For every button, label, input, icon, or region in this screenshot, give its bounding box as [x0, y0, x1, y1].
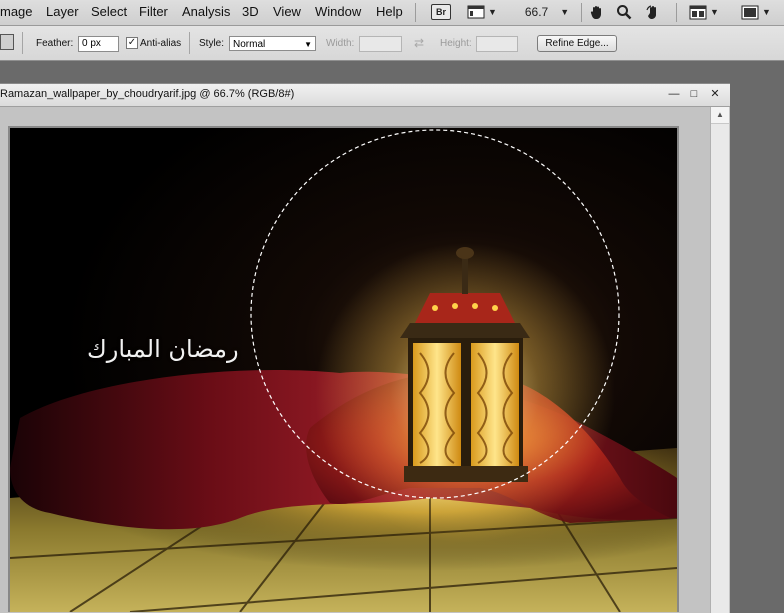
document-title: Ramazan_wallpaper_by_choudryarif.jpg @ 6… [0, 88, 295, 100]
anti-alias-label: Anti-alias [140, 38, 182, 49]
refine-edge-button[interactable]: Refine Edge... [537, 35, 617, 52]
zoom-icon [617, 5, 632, 20]
bridge-button[interactable]: Br [430, 2, 452, 22]
feather-input[interactable]: 0 px [78, 36, 119, 52]
hand-icon [590, 6, 601, 19]
minimize-icon[interactable]: — [667, 87, 681, 101]
bridge-icon: Br [431, 4, 451, 20]
ellipse-marquee-tool-icon[interactable] [0, 34, 14, 50]
workspace-background [0, 61, 784, 83]
image-canvas[interactable] [10, 128, 677, 612]
arrange-documents-button[interactable]: ▼ [684, 2, 724, 22]
options-separator [189, 32, 190, 54]
anti-alias-checkbox[interactable]: ✓ [126, 37, 138, 49]
document-tab[interactable]: Ramazan_wallpaper_by_choudryarif.jpg @ 6… [0, 84, 730, 107]
menu-select[interactable]: Select [91, 4, 127, 19]
screen-mode-button[interactable]: ▼ [464, 2, 500, 22]
menu-image[interactable]: mage [0, 4, 33, 19]
width-input[interactable] [359, 36, 402, 52]
chevron-down-icon: ▼ [304, 40, 312, 49]
menu-help[interactable]: Help [376, 4, 403, 19]
arrange-documents-icon [689, 5, 707, 19]
menu-separator [581, 3, 582, 22]
chevron-down-icon: ▼ [762, 7, 771, 17]
menu-layer[interactable]: Layer [46, 4, 79, 19]
menu-window[interactable]: Window [315, 4, 361, 19]
screen-mode-full-icon [741, 5, 759, 19]
menu-view[interactable]: View [273, 4, 301, 19]
width-label: Width: [326, 38, 355, 49]
rotate-view-button[interactable] [642, 2, 664, 22]
menu-separator [676, 3, 677, 22]
options-bar: Feather: 0 px ✓ Anti-alias Style: Normal… [0, 26, 784, 61]
menu-separator [415, 3, 416, 22]
style-select-value: Normal [233, 39, 266, 50]
feather-label: Feather: [36, 38, 74, 49]
vertical-scrollbar[interactable]: ▲ [710, 107, 729, 613]
height-label: Height: [440, 38, 472, 49]
zoom-tool-button[interactable] [613, 2, 635, 22]
height-input[interactable] [476, 36, 518, 52]
menu-filter[interactable]: Filter [139, 4, 168, 19]
zoom-level-value: 66.7 [524, 5, 549, 19]
rotate-view-icon [646, 5, 656, 19]
menu-analysis[interactable]: Analysis [182, 4, 230, 19]
panel-dock-area [731, 61, 784, 612]
screen-mode-icon [467, 5, 485, 19]
maximize-icon[interactable]: □ [687, 87, 701, 101]
artwork [10, 128, 677, 612]
style-label: Style: [199, 38, 225, 49]
close-icon[interactable]: ✕ [708, 87, 722, 101]
menu-3d[interactable]: 3D [242, 4, 259, 19]
hand-tool-button[interactable] [586, 2, 608, 22]
artwork-caption: رمضان المبارك [87, 335, 239, 363]
options-separator [22, 32, 23, 54]
style-select[interactable]: Normal ▼ [229, 36, 316, 51]
zoom-level-dropdown[interactable]: 66.7 ▼ [518, 2, 576, 22]
scroll-up-arrow-icon[interactable]: ▲ [711, 107, 729, 124]
swap-icon[interactable]: ⇄ [414, 36, 424, 50]
chevron-down-icon: ▼ [488, 7, 497, 17]
screen-mode-full-button[interactable]: ▼ [734, 2, 778, 22]
chevron-down-icon: ▼ [710, 7, 719, 17]
chevron-down-icon: ▼ [560, 7, 570, 17]
menu-bar: mage Layer Select Filter Analysis 3D Vie… [0, 0, 784, 26]
